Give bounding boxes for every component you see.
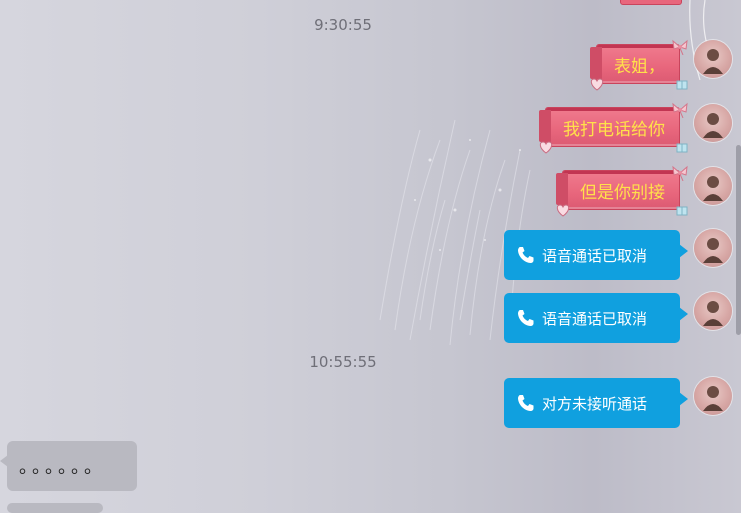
- bow-icon: [672, 165, 688, 181]
- bubble-tail: [679, 244, 688, 258]
- scrollbar[interactable]: [736, 145, 741, 335]
- gift-icon: [676, 80, 688, 90]
- sent-message-bubble[interactable]: 但是你别接: [556, 165, 688, 217]
- phone-icon: [516, 245, 536, 265]
- call-status-text: 对方未接听通话: [542, 394, 648, 413]
- call-status-text: 语音通话已取消: [542, 309, 648, 328]
- bow-icon: [672, 102, 688, 118]
- voice-call-bubble[interactable]: 对方未接听通话: [504, 378, 688, 428]
- phone-icon: [516, 308, 536, 328]
- timestamp: 10:55:55: [309, 353, 377, 371]
- gift-icon: [676, 143, 688, 153]
- message-text: 我打电话给你: [563, 119, 665, 140]
- gift-icon: [676, 206, 688, 216]
- heart-icon: [556, 204, 570, 217]
- avatar[interactable]: [694, 229, 732, 267]
- bubble-flap: [590, 47, 602, 79]
- heart-icon: [539, 141, 553, 154]
- bubble-flap: [556, 173, 568, 205]
- voice-call-bubble[interactable]: 语音通话已取消: [504, 230, 688, 280]
- heart-icon: [590, 78, 604, 91]
- voice-call-bubble[interactable]: 语音通话已取消: [504, 293, 688, 343]
- avatar[interactable]: [694, 292, 732, 330]
- message-text: 但是你别接: [580, 182, 665, 203]
- partial-message-bubble: [620, 0, 682, 5]
- partial-message-bubble: [7, 503, 103, 513]
- avatar[interactable]: [694, 104, 732, 142]
- timestamp: 9:30:55: [314, 16, 372, 34]
- bow-icon: [672, 39, 688, 55]
- message-text: 。。。。。。: [19, 457, 106, 478]
- sent-message-bubble[interactable]: 我打电话给你: [539, 102, 688, 154]
- bubble-tail: [679, 307, 688, 321]
- bubble-tail: [679, 392, 688, 406]
- sent-message-bubble[interactable]: 表姐，: [590, 39, 688, 91]
- avatar[interactable]: [694, 377, 732, 415]
- avatar[interactable]: [694, 40, 732, 78]
- phone-icon: [516, 393, 536, 413]
- call-status-text: 语音通话已取消: [542, 246, 648, 265]
- message-text: 表姐，: [614, 56, 665, 77]
- bubble-flap: [539, 110, 551, 142]
- received-message-bubble[interactable]: 。。。。。。: [0, 441, 137, 491]
- bubble-tail: [0, 455, 8, 467]
- avatar[interactable]: [694, 167, 732, 205]
